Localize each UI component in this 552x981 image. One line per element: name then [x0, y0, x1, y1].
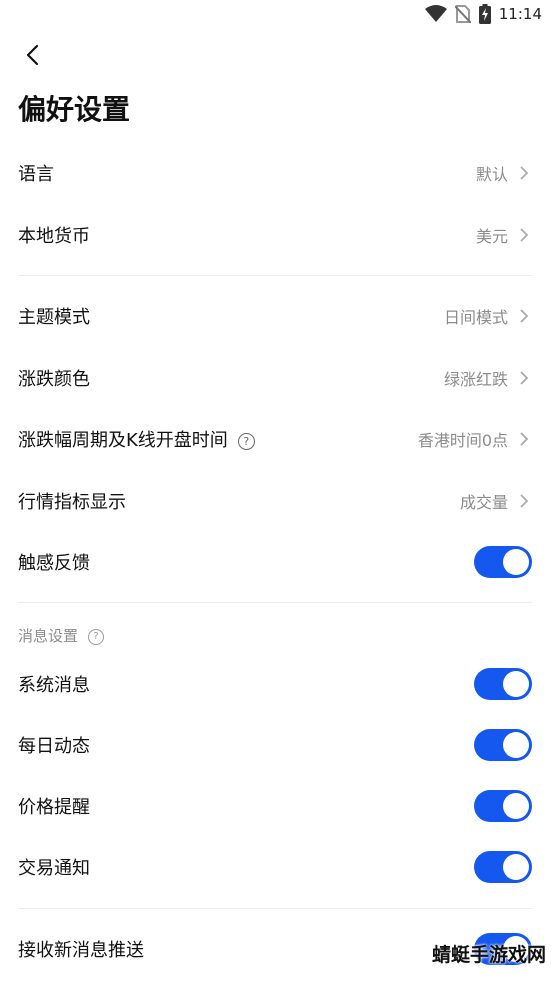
row-value: 绿涨红跌 — [443, 370, 508, 389]
clock: 11:14 — [498, 5, 542, 23]
row-value: 日间模式 — [443, 308, 508, 327]
daily-news-row: 每日动态 — [0, 714, 552, 776]
price-alert-toggle[interactable] — [474, 790, 532, 822]
chevron-right-icon — [520, 309, 529, 323]
price-alert-row: 价格提醒 — [0, 775, 552, 837]
row-label: 交易通知 — [18, 858, 90, 879]
chevron-left-icon — [26, 44, 39, 66]
row-label: 接收新消息推送 — [18, 940, 144, 961]
local-currency-row[interactable]: 本地货币 美元 — [0, 204, 552, 266]
row-label: 系统消息 — [18, 675, 90, 696]
row-label: 主题模式 — [18, 307, 90, 328]
row-label: 涨跌幅周期及K线开盘时间? — [18, 426, 255, 452]
help-icon[interactable]: ? — [88, 628, 105, 645]
toggle-knob — [503, 854, 529, 880]
market-indicator-row[interactable]: 行情指标显示 成交量 — [0, 470, 552, 532]
haptic-feedback-toggle[interactable] — [474, 546, 532, 578]
chevron-right-icon — [520, 166, 529, 180]
message-settings-header: 消息设置? — [18, 625, 105, 646]
system-message-row: 系统消息 — [0, 653, 552, 715]
toggle-knob — [503, 671, 529, 697]
row-value: 默认 — [475, 165, 508, 184]
divider — [18, 602, 532, 603]
row-label: 行情指标显示 — [18, 492, 126, 513]
theme-mode-row[interactable]: 主题模式 日间模式 — [0, 285, 552, 347]
row-value: 成交量 — [459, 493, 508, 512]
daily-news-toggle[interactable] — [474, 729, 532, 761]
row-label: 价格提醒 — [18, 797, 90, 818]
chevron-right-icon — [520, 228, 529, 242]
row-label-text: 涨跌幅周期及K线开盘时间 — [18, 430, 228, 451]
watermark: 蜻蜓手游戏网 — [431, 944, 546, 966]
row-label: 每日动态 — [18, 736, 90, 757]
toggle-knob — [503, 793, 529, 819]
chevron-right-icon — [520, 432, 529, 446]
haptic-feedback-row: 触感反馈 — [0, 531, 552, 593]
language-row[interactable]: 语言 默认 — [0, 142, 552, 204]
chevron-right-icon — [520, 371, 529, 385]
divider — [18, 908, 532, 909]
battery-charging-icon — [478, 4, 491, 24]
row-label: 本地货币 — [18, 226, 90, 247]
page-title: 偏好设置 — [18, 93, 131, 126]
row-value: 香港时间0点 — [417, 431, 508, 450]
price-color-row[interactable]: 涨跌颜色 绿涨红跌 — [0, 347, 552, 409]
row-label: 涨跌颜色 — [18, 369, 90, 390]
help-icon[interactable]: ? — [237, 432, 255, 450]
system-message-toggle[interactable] — [474, 668, 532, 700]
section-label-text: 消息设置 — [18, 627, 79, 645]
row-label: 语言 — [18, 164, 54, 185]
toggle-knob — [503, 549, 529, 575]
chevron-right-icon — [520, 494, 529, 508]
status-icons: 11:14 — [424, 4, 542, 24]
trade-notification-toggle[interactable] — [474, 851, 532, 883]
wifi-icon — [424, 5, 447, 22]
status-bar: 11:14 — [0, 0, 552, 28]
back-button[interactable] — [18, 40, 50, 72]
row-value: 美元 — [475, 227, 508, 246]
no-sim-icon — [454, 5, 471, 23]
divider — [18, 275, 532, 276]
toggle-knob — [503, 732, 529, 758]
row-label: 触感反馈 — [18, 553, 90, 574]
change-period-row[interactable]: 涨跌幅周期及K线开盘时间? 香港时间0点 — [0, 408, 552, 470]
trade-notification-row: 交易通知 — [0, 836, 552, 898]
